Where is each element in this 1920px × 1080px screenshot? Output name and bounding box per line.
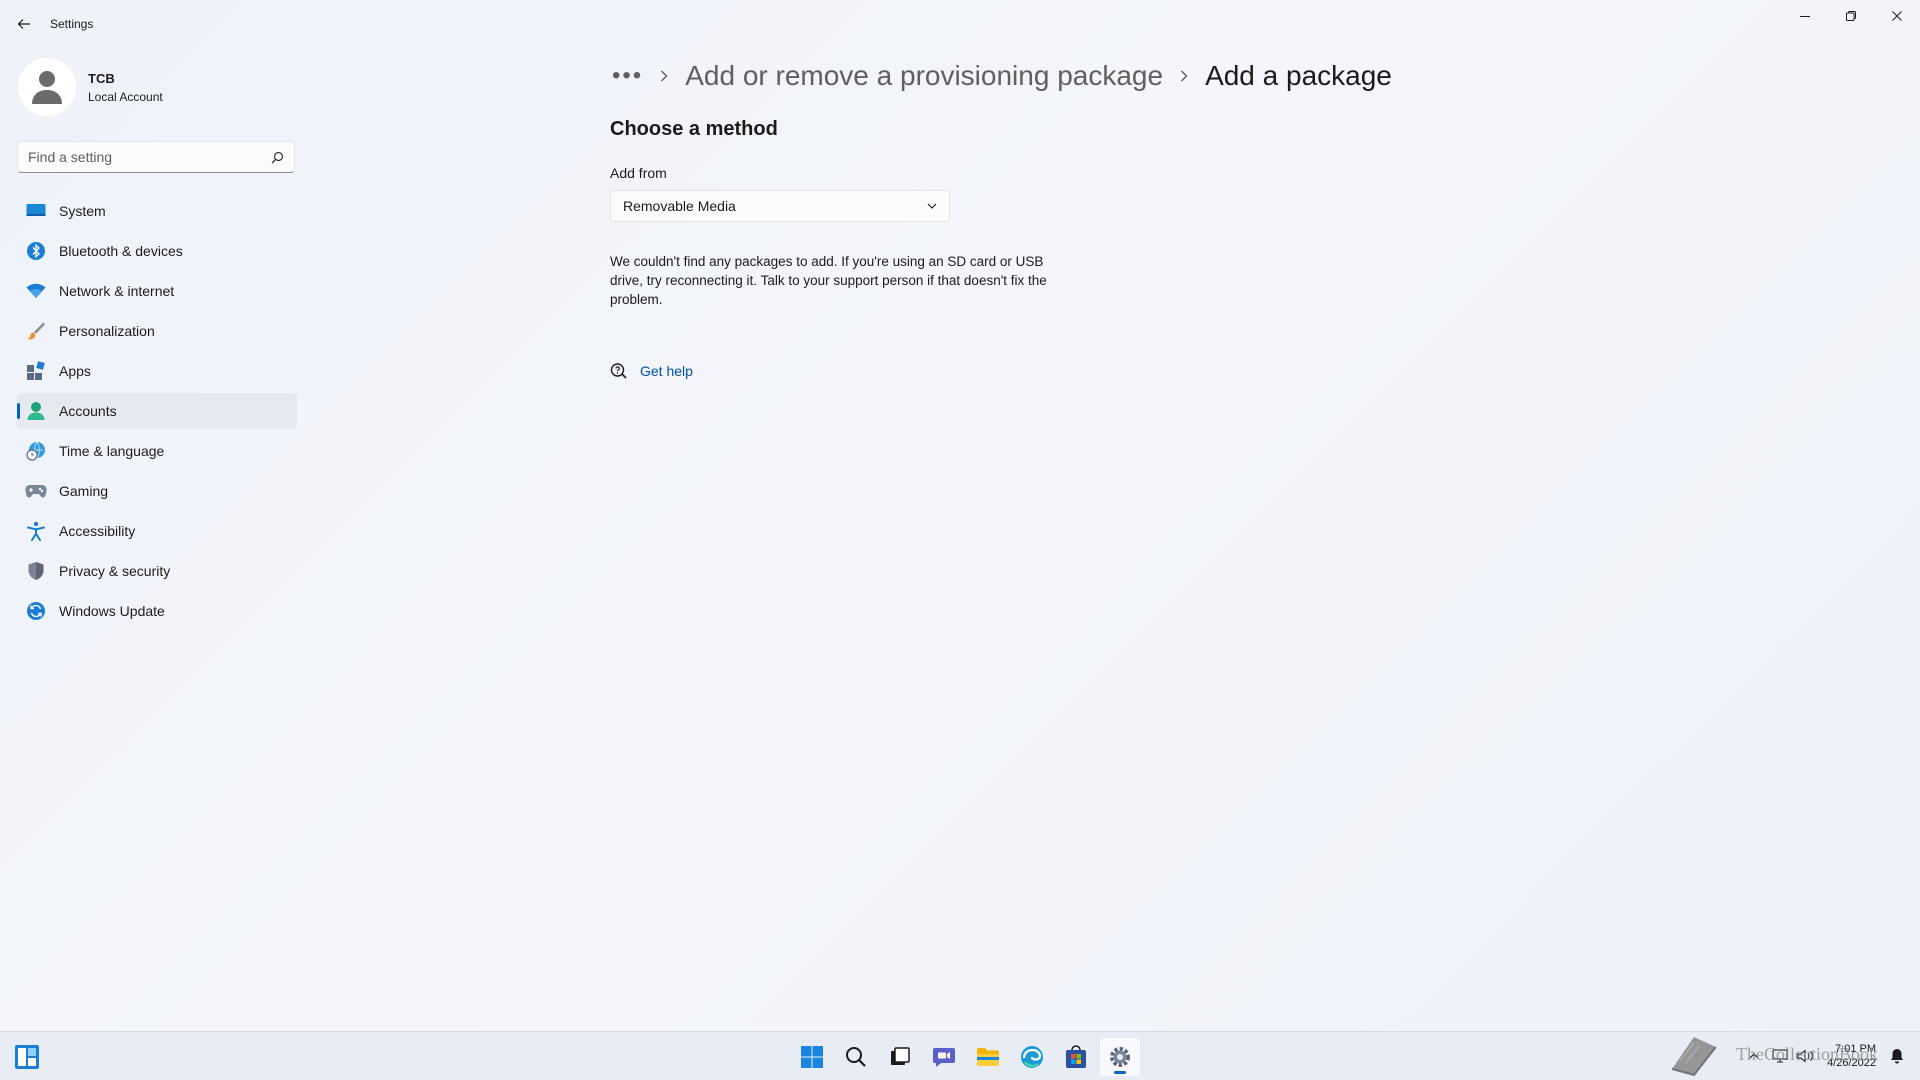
brush-icon — [25, 320, 47, 342]
get-help-label: Get help — [640, 363, 693, 379]
minimize-button[interactable] — [1782, 0, 1828, 32]
add-from-dropdown[interactable]: Removable Media — [610, 190, 950, 222]
store-button[interactable] — [1056, 1038, 1096, 1076]
sidebar-item-windows-update[interactable]: Windows Update — [17, 593, 297, 629]
widgets-button[interactable] — [14, 1044, 40, 1070]
breadcrumb: ••• Add or remove a provisioning package… — [612, 56, 1392, 96]
sidebar-item-personalization[interactable]: Personalization — [17, 313, 297, 349]
chat-icon — [933, 1048, 955, 1067]
shield-icon — [25, 560, 47, 582]
sidebar-item-label: Accessibility — [59, 523, 136, 539]
file-explorer-icon — [977, 1048, 999, 1066]
sidebar-item-label: Privacy & security — [59, 563, 171, 579]
sidebar-item-label: Time & language — [59, 443, 165, 459]
dropdown-selected-value: Removable Media — [623, 198, 736, 214]
gamepad-icon — [25, 480, 47, 502]
accessibility-icon — [25, 520, 47, 542]
get-help-link[interactable]: Get help — [610, 362, 693, 380]
sidebar-item-label: Gaming — [59, 483, 109, 499]
update-icon — [25, 600, 47, 622]
breadcrumb-more-button[interactable]: ••• — [612, 62, 643, 90]
chat-button[interactable] — [924, 1038, 964, 1076]
sidebar-item-gaming[interactable]: Gaming — [17, 473, 297, 509]
profile-account-type: Local Account — [88, 89, 163, 104]
sidebar-item-apps[interactable]: Apps — [17, 353, 297, 389]
sidebar-item-label: Apps — [59, 363, 91, 379]
start-button[interactable] — [792, 1038, 832, 1076]
back-arrow-icon — [17, 19, 30, 29]
sidebar-nav: System Bluetooth & devices Network & int… — [17, 193, 297, 633]
sidebar-item-label: Accounts — [59, 403, 117, 419]
user-profile[interactable]: TCB Local Account — [18, 58, 163, 116]
sidebar-item-network[interactable]: Network & internet — [17, 273, 297, 309]
window-controls — [1782, 0, 1920, 32]
widgets-icon — [15, 1045, 39, 1069]
sidebar-item-time-language[interactable]: Time & language — [17, 433, 297, 469]
apps-icon — [25, 360, 47, 382]
title-bar: Settings — [0, 0, 1920, 48]
breadcrumb-parent-link[interactable]: Add or remove a provisioning package — [685, 60, 1163, 92]
add-from-label: Add from — [610, 165, 667, 181]
restore-button[interactable] — [1828, 0, 1874, 32]
sidebar-item-label: Personalization — [59, 323, 155, 339]
bluetooth-icon — [25, 240, 47, 262]
task-view-button[interactable] — [880, 1038, 920, 1076]
sidebar-item-accounts[interactable]: Accounts — [17, 393, 297, 429]
user-avatar-icon — [32, 71, 62, 104]
restore-icon — [1846, 11, 1856, 21]
settings-taskbar-button[interactable] — [1100, 1038, 1140, 1076]
back-button[interactable] — [12, 12, 36, 36]
edge-icon — [1021, 1046, 1043, 1068]
search-box[interactable] — [17, 141, 295, 173]
file-explorer-button[interactable] — [968, 1038, 1008, 1076]
section-title: Choose a method — [610, 118, 778, 140]
system-icon — [25, 200, 47, 222]
sidebar-item-bluetooth[interactable]: Bluetooth & devices — [17, 233, 297, 269]
task-view-icon — [891, 1047, 910, 1065]
search-input[interactable] — [28, 149, 271, 165]
book-icon — [1671, 1037, 1717, 1077]
close-icon — [1892, 11, 1902, 21]
notifications-button[interactable] — [1886, 1045, 1908, 1067]
help-chat-icon — [610, 362, 628, 380]
sidebar-item-accessibility[interactable]: Accessibility — [17, 513, 297, 549]
search-icon[interactable] — [271, 151, 284, 164]
settings-window: Settings TCB Local Account Find a settin… — [0, 0, 1920, 1031]
accounts-icon — [25, 400, 47, 422]
close-button[interactable] — [1874, 0, 1920, 32]
sidebar-item-label: Network & internet — [59, 283, 175, 299]
page-title: Add a package — [1205, 60, 1392, 91]
sidebar-item-label: Bluetooth & devices — [59, 243, 183, 259]
wifi-icon — [25, 280, 47, 302]
minimize-icon — [1800, 16, 1810, 17]
globe-clock-icon — [25, 440, 47, 462]
sidebar-item-label: Windows Update — [59, 603, 165, 619]
taskbar-search-button[interactable] — [836, 1038, 876, 1076]
sidebar-item-label: System — [59, 203, 106, 219]
sidebar-item-privacy-security[interactable]: Privacy & security — [17, 553, 297, 589]
edge-button[interactable] — [1012, 1038, 1052, 1076]
start-icon — [801, 1046, 823, 1068]
chevron-down-icon — [927, 203, 937, 209]
settings-icon — [1110, 1047, 1130, 1067]
watermark-text: TheCollectionBook — [1736, 1044, 1878, 1064]
chevron-right-icon — [1179, 69, 1189, 83]
chevron-right-icon — [659, 69, 669, 83]
taskbar: 7:01 PM 4/26/2022 — [0, 1031, 1920, 1080]
app-title: Settings — [50, 17, 94, 31]
profile-name: TCB — [88, 70, 115, 86]
taskbar-apps — [790, 1038, 1142, 1076]
sidebar-item-system[interactable]: System — [17, 193, 297, 229]
avatar — [18, 58, 76, 116]
notification-bell-icon — [1891, 1049, 1903, 1064]
store-icon — [1066, 1045, 1086, 1068]
no-packages-message: We couldn't find any packages to add. If… — [610, 254, 1047, 307]
search-icon — [846, 1047, 866, 1067]
